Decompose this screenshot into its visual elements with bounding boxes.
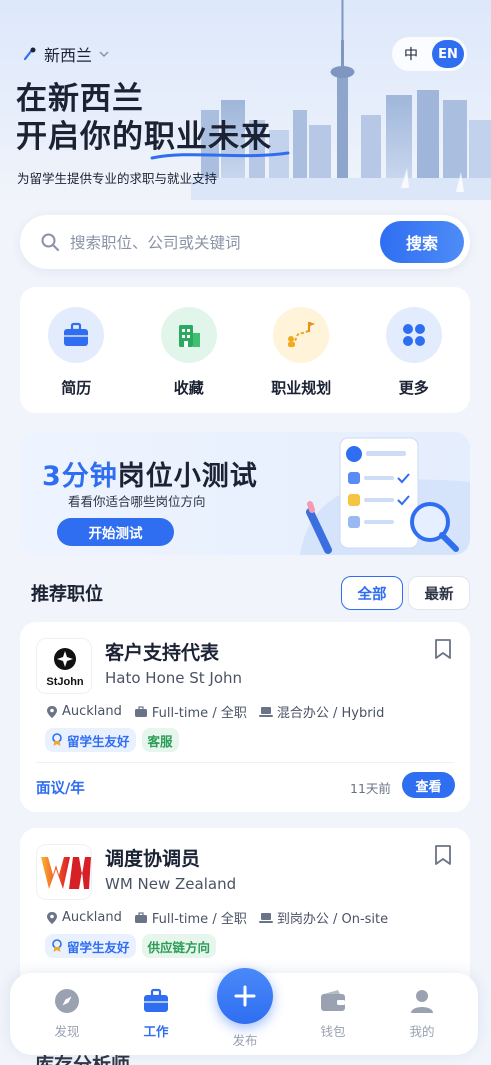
job-card[interactable]: StJohn 客户支持代表 Hato Hone St John Auckland…	[20, 622, 470, 812]
headline-line-1: 在新西兰	[16, 81, 144, 117]
tag-text: 留学生友好	[67, 939, 130, 955]
banner-title-highlight: 3分钟	[42, 461, 118, 492]
grid-icon	[385, 307, 442, 363]
user-icon	[408, 987, 436, 1015]
company-logo: StJohn	[36, 638, 92, 694]
headline-underline-decoration	[150, 151, 290, 160]
laptop-icon	[258, 706, 273, 717]
briefcase-small-icon	[134, 705, 147, 717]
quick-actions-panel: 简历 收藏 职业规划 更多	[20, 287, 470, 413]
hero-headline: 在新西兰 开启你的职业未来	[16, 80, 272, 156]
job-type-text: Full-time / 全职	[151, 912, 247, 927]
lang-zh-option[interactable]: 中	[404, 44, 418, 64]
view-job-button[interactable]: 查看	[402, 772, 455, 798]
tab-label: 钱包	[320, 1024, 346, 1039]
quiz-banner[interactable]: 3分钟岗位小测试 看看你适合哪些岗位方向 开始测试	[20, 432, 470, 555]
tag-category: 供应链方向	[141, 934, 217, 958]
laptop-icon	[258, 912, 273, 923]
job-work-mode: 混合办公 / Hybrid	[258, 702, 385, 721]
hero-subtitle: 为留学生提供专业的求职与就业支持	[17, 171, 218, 186]
job-meta: Auckland Full-time / 全职 到岗办公 / On-site	[46, 908, 388, 927]
tab-label: 我的	[409, 1024, 435, 1039]
publish-plus-button[interactable]	[217, 968, 273, 1024]
quick-action-career-plan[interactable]: 职业规划	[251, 307, 351, 413]
location-pin-icon	[23, 47, 36, 61]
tag-student-friendly: 留学生友好	[45, 728, 136, 752]
job-meta: Auckland Full-time / 全职 混合办公 / Hybrid	[46, 702, 384, 721]
tab-me[interactable]: 我的	[392, 987, 452, 1040]
tab-wallet[interactable]: 钱包	[303, 987, 363, 1040]
job-type: Full-time / 全职	[134, 702, 247, 721]
tab-label: 发现	[54, 1024, 80, 1039]
job-tags: 留学生友好 客服	[45, 728, 179, 752]
company-logo	[36, 844, 92, 900]
location-selector[interactable]: 新西兰	[22, 42, 110, 66]
briefcase-icon	[48, 307, 105, 363]
quick-action-label: 更多	[398, 379, 429, 397]
filter-newest-button[interactable]: 最新	[408, 576, 470, 610]
bookmark-icon[interactable]	[434, 844, 452, 866]
tag-category: 客服	[141, 728, 179, 752]
banner-subtitle: 看看你适合哪些岗位方向	[68, 494, 206, 509]
building-icon	[160, 307, 217, 363]
lang-en-option[interactable]: EN	[432, 40, 464, 68]
career-path-icon	[273, 307, 330, 363]
plus-icon	[234, 985, 256, 1007]
tab-publish-label: 发布	[232, 1033, 258, 1048]
bottom-tab-bar: 发现 工作 发布 钱包 我的	[10, 968, 478, 1055]
search-icon	[41, 233, 59, 251]
banner-title: 3分钟岗位小测试	[42, 454, 258, 493]
quiz-checklist-illustration	[300, 437, 470, 555]
bookmark-icon[interactable]	[434, 638, 452, 660]
quick-action-favorites[interactable]: 收藏	[139, 307, 239, 413]
quick-action-label: 职业规划	[271, 379, 332, 397]
briefcase-small-icon	[134, 911, 147, 923]
filter-all-button[interactable]: 全部	[341, 576, 403, 610]
company-name: Hato Hone St John	[105, 669, 243, 687]
job-work-mode-text: 混合办公 / Hybrid	[276, 706, 385, 721]
job-location-text: Auckland	[62, 704, 122, 719]
job-location-text: Auckland	[62, 910, 122, 925]
search-button[interactable]: 搜索	[380, 221, 464, 263]
search-input[interactable]: 搜索职位、公司或关键词	[70, 231, 241, 253]
wallet-icon	[319, 987, 347, 1015]
job-title: 客户支持代表	[105, 642, 220, 664]
recommended-jobs-title: 推荐职位	[31, 584, 103, 605]
location-label: 新西兰	[44, 46, 93, 65]
chevron-down-icon	[99, 51, 109, 58]
compass-icon	[53, 987, 81, 1015]
quick-action-label: 简历	[61, 379, 92, 397]
location-pin-icon	[47, 705, 57, 718]
job-location: Auckland	[46, 910, 122, 925]
job-salary: 面议/年	[36, 781, 85, 797]
location-pin-icon	[47, 911, 57, 924]
job-title: 调度协调员	[105, 848, 201, 870]
job-tags: 留学生友好 供应链方向	[45, 934, 217, 958]
start-test-button[interactable]: 开始测试	[57, 518, 174, 546]
job-type-text: Full-time / 全职	[151, 706, 247, 721]
briefcase-icon	[142, 987, 170, 1015]
job-work-mode: 到岗办公 / On-site	[258, 908, 389, 927]
language-toggle[interactable]: 中 EN	[392, 37, 467, 71]
job-location: Auckland	[46, 704, 122, 719]
tab-work[interactable]: 工作	[126, 987, 186, 1040]
award-icon	[52, 733, 62, 746]
tab-discover[interactable]: 发现	[37, 987, 97, 1040]
quick-action-resume[interactable]: 简历	[26, 307, 126, 413]
quick-action-label: 收藏	[173, 379, 204, 397]
job-posted-time: 11天前	[350, 781, 391, 796]
hero-banner: 新西兰 中 EN 在新西兰 开启你的职业未来 为留学生提供专业的求职与就业支持	[0, 0, 491, 205]
search-bar[interactable]: 搜索职位、公司或关键词 搜索	[20, 215, 470, 269]
tab-label: 工作	[143, 1024, 169, 1039]
job-type: Full-time / 全职	[134, 908, 247, 927]
card-divider	[36, 762, 454, 763]
svg-text:StJohn: StJohn	[46, 676, 84, 688]
company-name: WM New Zealand	[105, 875, 237, 893]
quick-action-more[interactable]: 更多	[364, 307, 464, 413]
job-work-mode-text: 到岗办公 / On-site	[276, 912, 389, 927]
tag-text: 留学生友好	[67, 733, 130, 749]
award-icon	[52, 939, 62, 952]
tag-student-friendly: 留学生友好	[45, 934, 136, 958]
banner-title-rest: 岗位小测试	[117, 461, 258, 492]
